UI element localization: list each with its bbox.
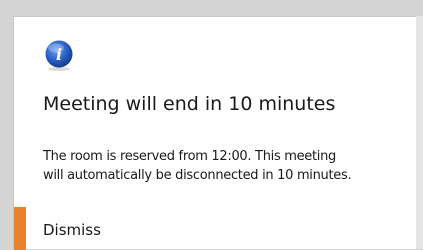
dialog-message-line-2: will automatically be disconnected in 10… [43, 168, 352, 183]
background-strip [416, 16, 423, 249]
info-icon: i [45, 40, 73, 71]
info-icon-letter: i [56, 45, 62, 64]
dialog-message-line-1: The room is reserved from 12:00. This me… [43, 149, 337, 164]
dialog-title: Meeting will end in 10 minutes [43, 93, 336, 115]
dialog-message: The room is reserved from 12:00. This me… [43, 147, 413, 185]
focus-indicator [14, 207, 26, 250]
dismiss-button[interactable]: Dismiss [43, 221, 101, 239]
meeting-end-dialog: i Meeting will end in 10 minutes The roo… [13, 16, 416, 250]
